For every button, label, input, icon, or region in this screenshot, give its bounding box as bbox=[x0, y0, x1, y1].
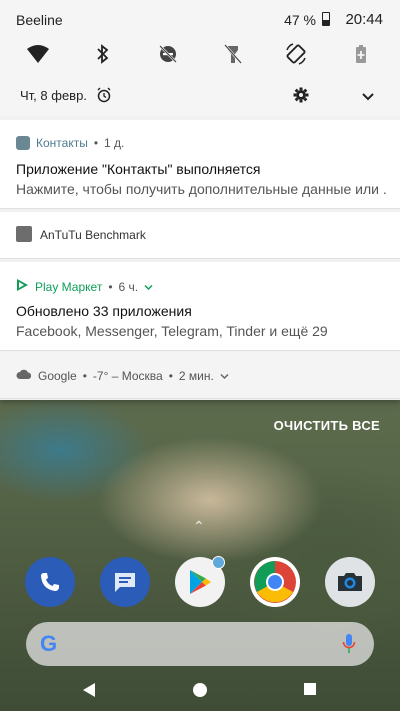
status-bar: Beeline 47 % 20:44 bbox=[0, 0, 400, 38]
messages-icon[interactable] bbox=[100, 557, 150, 607]
wifi-icon[interactable] bbox=[20, 36, 56, 72]
camera-icon[interactable] bbox=[325, 557, 375, 607]
battery-saver-icon[interactable] bbox=[343, 36, 379, 72]
recents-icon[interactable] bbox=[303, 682, 317, 701]
settings-gear-icon[interactable] bbox=[293, 87, 309, 108]
notification-contacts[interactable]: Контакты • 1 д. Приложение "Контакты" вы… bbox=[0, 120, 400, 209]
google-logo-icon: G bbox=[40, 631, 58, 656]
auto-rotate-icon[interactable] bbox=[278, 36, 314, 72]
play-store-small-icon bbox=[16, 278, 29, 295]
notification-header: Play Маркет • 6 ч. bbox=[16, 278, 153, 295]
date-label: Чт, 8 февр. bbox=[20, 88, 87, 103]
expand-chevron-icon[interactable] bbox=[220, 369, 229, 383]
quick-settings-panel: Beeline 47 % 20:44 Чт, 8 февр. bbox=[0, 0, 400, 116]
google-search-bar[interactable]: G bbox=[26, 622, 374, 666]
notification-time: 1 д. bbox=[104, 136, 125, 150]
expand-chevron-icon[interactable] bbox=[144, 280, 153, 294]
clock: 20:44 bbox=[345, 11, 383, 28]
clear-all-button[interactable]: ОЧИСТИТЬ ВСЕ bbox=[274, 418, 380, 433]
quick-tiles-row bbox=[0, 36, 400, 72]
expand-chevron-icon[interactable] bbox=[362, 89, 374, 107]
notification-body: Facebook, Messenger, Telegram, Tinder и … bbox=[16, 323, 328, 339]
battery-percent: 47 % bbox=[284, 12, 316, 28]
separator: • bbox=[82, 369, 87, 383]
app-name: Контакты bbox=[36, 136, 88, 150]
bluetooth-icon[interactable] bbox=[85, 36, 121, 72]
app-drawer-arrow-icon[interactable]: ⌃ bbox=[193, 518, 205, 535]
navigation-bar bbox=[0, 670, 400, 711]
separator: • bbox=[168, 369, 173, 383]
date-row: Чт, 8 февр. bbox=[0, 84, 400, 110]
notification-time: 6 ч. bbox=[118, 279, 139, 294]
battery-icon bbox=[322, 12, 330, 26]
notification-title: Обновлено 33 приложения bbox=[16, 303, 192, 319]
contacts-app-icon bbox=[16, 136, 30, 150]
notification-header: Google • -7° – Москва • 2 мин. bbox=[16, 369, 229, 383]
notification-antutu[interactable]: AnTuTu Benchmark bbox=[0, 212, 400, 259]
flashlight-off-icon[interactable] bbox=[215, 36, 251, 72]
weather-text: -7° – Москва bbox=[92, 369, 163, 383]
notification-body: Нажмите, чтобы получить дополнительные д… bbox=[16, 181, 386, 197]
do-not-disturb-off-icon[interactable] bbox=[150, 36, 186, 72]
back-icon[interactable] bbox=[82, 682, 96, 703]
phone-icon[interactable] bbox=[25, 557, 75, 607]
microphone-icon[interactable] bbox=[342, 633, 356, 660]
notification-header: Контакты • 1 д. bbox=[16, 136, 124, 150]
antutu-app-icon bbox=[16, 226, 32, 242]
carrier-name: Beeline bbox=[16, 12, 63, 28]
notification-title: Приложение "Контакты" выполняется bbox=[16, 161, 261, 177]
app-name: AnTuTu Benchmark bbox=[40, 228, 146, 242]
chrome-icon[interactable] bbox=[250, 557, 300, 607]
app-name: Google bbox=[38, 369, 77, 383]
cloud-icon bbox=[16, 369, 32, 383]
alarm-icon[interactable] bbox=[96, 87, 112, 108]
notification-google-weather[interactable]: Google • -7° – Москва • 2 мин. bbox=[0, 352, 400, 399]
home-icon[interactable] bbox=[192, 682, 208, 703]
update-dot-icon bbox=[212, 556, 225, 569]
app-name: Play Маркет bbox=[35, 279, 103, 294]
separator: • bbox=[93, 136, 99, 150]
separator: • bbox=[108, 279, 113, 294]
notification-time: 2 мин. bbox=[178, 369, 214, 383]
notification-shade: Beeline 47 % 20:44 Чт, 8 февр. Контакты … bbox=[0, 0, 400, 400]
notification-play-store[interactable]: Play Маркет • 6 ч. Обновлено 33 приложен… bbox=[0, 262, 400, 351]
